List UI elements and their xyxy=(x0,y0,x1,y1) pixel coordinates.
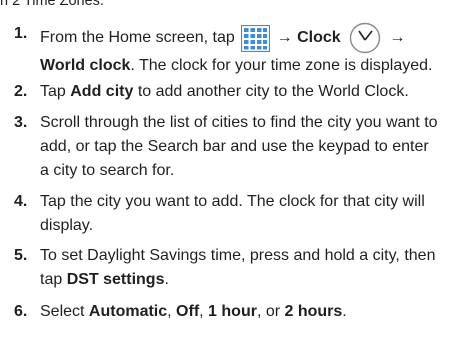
step-number: 2. xyxy=(14,83,28,100)
text-run-bold: World clock xyxy=(40,57,131,74)
step-number: 1. xyxy=(14,25,28,42)
step-line: add, or tap the Search bar and use the k… xyxy=(40,138,429,155)
text-run: tap xyxy=(40,271,67,288)
step-line: tap DST settings. xyxy=(40,268,468,292)
step-line: To set Daylight Savings time, press and … xyxy=(40,247,436,264)
step-text: To set Daylight Savings time, press and … xyxy=(40,244,468,292)
text-run: , xyxy=(167,303,177,320)
step-number: 3. xyxy=(14,114,28,131)
step-text: Scroll through the list of cities to fin… xyxy=(40,111,468,183)
step-line: From the Home screen, tap → Clock → xyxy=(40,22,468,54)
text-run: Select xyxy=(40,303,89,320)
text-run: Tap xyxy=(40,83,71,100)
text-run: to add another city to the World Clock. xyxy=(133,83,409,100)
step-text: Select Automatic, Off, 1 hour, or 2 hour… xyxy=(40,300,468,324)
text-run: . xyxy=(342,303,347,320)
text-run-bold: Off xyxy=(176,303,200,320)
step-number: 5. xyxy=(14,247,28,264)
step-line: World clock. The clock for your time zon… xyxy=(40,54,468,78)
step-line: Tap Add city to add another city to the … xyxy=(40,80,468,104)
step-text: Tap Add city to add another city to the … xyxy=(40,80,468,104)
step-line: Scroll through the list of cities to fin… xyxy=(40,114,438,131)
text-run-bold: → xyxy=(385,29,406,47)
step-line: display. xyxy=(40,217,94,234)
text-run-bold: Add city xyxy=(70,83,134,100)
step-line: a city to search for. xyxy=(40,162,175,179)
text-run-bold: → Clock xyxy=(272,29,346,47)
step-text: From the Home screen, tap → Clock → Worl… xyxy=(40,22,468,78)
step-number: 4. xyxy=(14,193,28,210)
manual-page: n 2 Time Zones. 1. From the Home screen,… xyxy=(0,0,471,339)
text-run-bold: DST settings xyxy=(66,271,165,288)
text-run: , xyxy=(199,303,209,320)
step-line: Select Automatic, Off, 1 hour, or 2 hour… xyxy=(40,300,468,324)
apps-grid-icon xyxy=(241,24,271,52)
text-run: . The clock for your time zone is displa… xyxy=(130,57,433,74)
step-line: Tap the city you want to add. The clock … xyxy=(40,193,425,210)
text-run-bold: 1 hour xyxy=(208,303,257,320)
text-run-bold: Automatic xyxy=(88,303,168,320)
text-run: . xyxy=(164,271,169,288)
section-heading-fragment: n 2 Time Zones. xyxy=(0,0,104,9)
text-run: From the Home screen, tap xyxy=(40,29,240,47)
clock-icon xyxy=(348,22,382,54)
text-run-bold: 2 hours xyxy=(284,303,343,320)
step-number: 6. xyxy=(14,303,28,320)
step-text: Tap the city you want to add. The clock … xyxy=(40,190,468,238)
text-run: , or xyxy=(256,303,285,320)
